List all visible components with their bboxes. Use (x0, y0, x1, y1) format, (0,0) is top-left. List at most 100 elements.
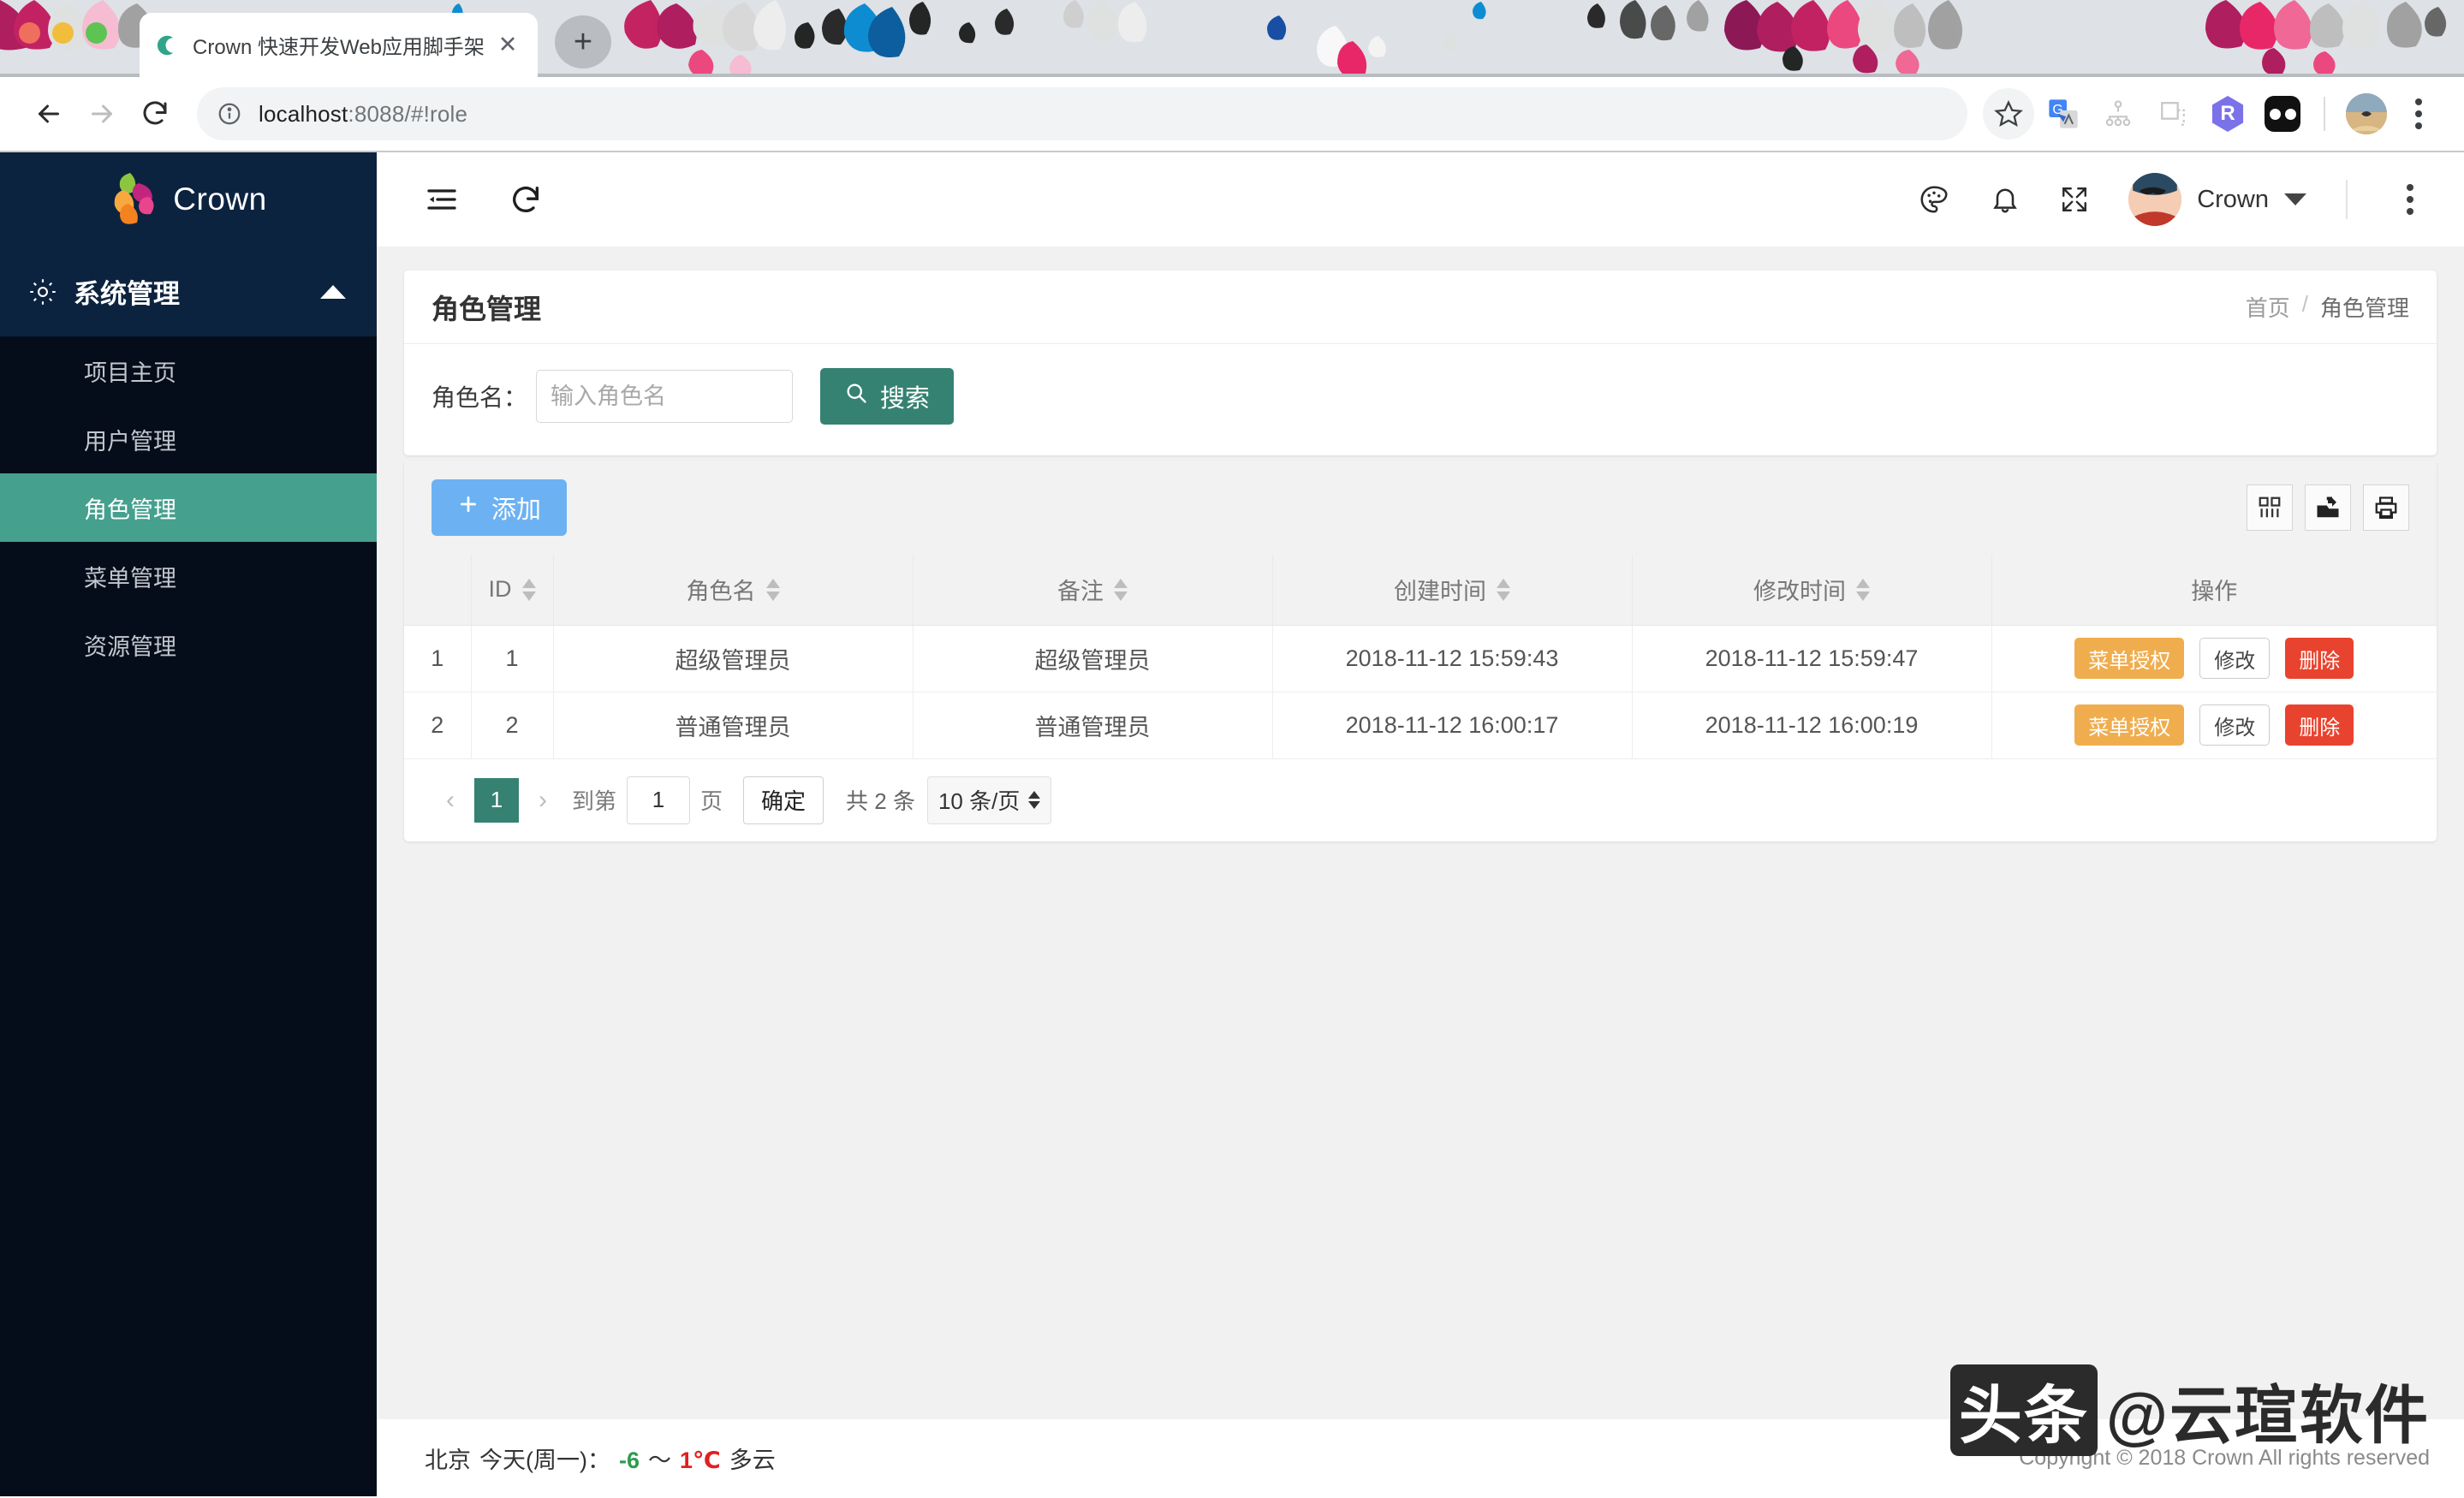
cell-note: 普通管理员 (913, 692, 1273, 759)
role-name-label: 角色名： (431, 384, 528, 411)
goto-page-input[interactable] (627, 776, 691, 824)
brand-logo[interactable]: Crown (0, 152, 377, 247)
grant-menu-button[interactable]: 菜单授权 (2074, 638, 2185, 679)
sidebar-item-label: 角色管理 (84, 496, 176, 523)
topbar-divider (2346, 180, 2348, 219)
role-name-input[interactable] (536, 370, 794, 423)
export-icon[interactable] (2305, 484, 2351, 531)
weather-city: 北京 (425, 1447, 471, 1473)
maximize-window-button[interactable] (86, 22, 107, 44)
sidebar-item-user-management[interactable]: 用户管理 (0, 405, 377, 473)
sidebar-item-resource-management[interactable]: 资源管理 (0, 610, 377, 679)
search-button[interactable]: 搜索 (820, 368, 955, 425)
content-area: Crown 角色管理 首页 / 角色管理 角色名： 输入角色名 搜索 添加 ID… (377, 152, 2464, 1496)
chevron-left-icon[interactable]: ‹ (431, 779, 469, 822)
sidebar-item-menu-management[interactable]: 菜单管理 (0, 542, 377, 610)
cell-role-name: 普通管理员 (553, 692, 914, 759)
weather-high-temp: 1℃ (680, 1447, 721, 1473)
delete-button[interactable]: 删除 (2285, 638, 2354, 679)
sidebar-group-system[interactable]: 系统管理 (0, 247, 377, 336)
breadcrumb-separator: / (2301, 291, 2308, 317)
info-circle-icon[interactable] (216, 100, 243, 128)
chrome-menu-kebab-icon[interactable] (2396, 91, 2442, 137)
sort-toggle-icon[interactable] (1856, 578, 1870, 601)
confirm-page-button[interactable]: 确定 (743, 776, 824, 824)
table-row[interactable]: 1 1 超级管理员 超级管理员 2018-11-12 15:59:43 2018… (404, 625, 2437, 693)
sitemap-extension-icon[interactable] (2092, 88, 2144, 140)
pagination: ‹ 1 › 到第 页 确定 共 2 条 10 条/页 (404, 759, 2437, 841)
page-number-1[interactable]: 1 (474, 777, 519, 823)
weather-low-temp: -6 (618, 1447, 640, 1473)
toolbar-divider (2324, 97, 2325, 131)
th-id[interactable]: ID (471, 555, 554, 626)
app-footer: 北京 今天(周一)： -6 ～ 1℃ 多云 Copyright © 2018 C… (377, 1364, 2464, 1496)
updown-spinner-icon[interactable] (1028, 791, 1041, 809)
edit-button[interactable]: 修改 (2199, 638, 2271, 679)
browser-tab-active[interactable]: Crown 快速开发Web应用脚手架 ✕ (140, 13, 538, 77)
edit-button[interactable]: 修改 (2199, 704, 2271, 746)
brand-name: Crown (173, 181, 267, 217)
sort-toggle-icon[interactable] (765, 578, 780, 601)
refresh-icon[interactable] (509, 182, 543, 217)
page-header: 角色管理 首页 / 角色管理 (404, 270, 2437, 344)
th-note[interactable]: 备注 (913, 555, 1273, 626)
profile-avatar-icon[interactable] (2341, 88, 2392, 140)
user-name: Crown (2197, 185, 2269, 213)
page-size-select[interactable]: 10 条/页 (926, 776, 1052, 824)
th-created-time[interactable]: 创建时间 (1272, 555, 1633, 626)
page-title: 角色管理 (431, 293, 542, 324)
user-menu[interactable]: Crown (2128, 173, 2306, 226)
arrow-back-icon[interactable] (22, 87, 75, 140)
fullscreen-expand-icon[interactable] (2060, 185, 2089, 214)
breadcrumb-home[interactable]: 首页 (2246, 291, 2290, 323)
chevron-right-icon[interactable]: › (524, 779, 562, 822)
r-extension-icon[interactable]: R (2202, 88, 2253, 140)
omnibox[interactable]: localhost:8088/#!role (197, 87, 1967, 140)
caret-down-icon[interactable] (2284, 193, 2306, 205)
sidebar-item-label: 用户管理 (84, 428, 176, 455)
cell-id: 2 (471, 692, 554, 759)
sidebar-item-project-home[interactable]: 项目主页 (0, 336, 377, 405)
delete-button[interactable]: 删除 (2285, 704, 2354, 746)
caret-up-icon[interactable] (320, 284, 346, 299)
add-button[interactable]: 添加 (431, 479, 568, 536)
screenshot-extension-icon[interactable] (2147, 88, 2199, 140)
omnibox-url[interactable]: localhost:8088/#!role (259, 101, 467, 128)
reload-icon[interactable] (128, 87, 182, 140)
twodots-extension-icon[interactable] (2257, 88, 2308, 140)
sidebar-collapse-icon[interactable] (425, 182, 459, 217)
breadcrumb: 首页 / 角色管理 (2246, 291, 2409, 323)
close-window-button[interactable] (19, 22, 40, 44)
google-translate-icon[interactable]: G (2038, 88, 2089, 140)
window-traffic-lights[interactable] (19, 22, 107, 44)
user-avatar (2128, 173, 2182, 226)
cell-operations: 菜单授权 修改 删除 (1991, 625, 2437, 693)
crown-butterfly-logo (110, 171, 159, 229)
minimize-window-button[interactable] (52, 22, 74, 44)
palette-icon[interactable] (1918, 183, 1950, 216)
th-updated-time[interactable]: 修改时间 (1632, 555, 1992, 626)
bookmark-star-icon[interactable] (1983, 88, 2034, 140)
watermark-badge: 头条 (1949, 1364, 2098, 1456)
table-row[interactable]: 2 2 普通管理员 普通管理员 2018-11-12 16:00:17 2018… (404, 692, 2437, 759)
new-tab-button[interactable]: + (555, 15, 611, 68)
add-button-label: 添加 (491, 496, 542, 524)
app-root: Crown 系统管理 项目主页 用户管理 角色管理 菜单管理 资源管理 Crow… (0, 152, 2464, 1496)
column-toggle-icon[interactable] (2247, 484, 2293, 531)
sidebar-item-role-management[interactable]: 角色管理 (0, 473, 377, 542)
grant-menu-button[interactable]: 菜单授权 (2074, 704, 2185, 746)
main-panel: 角色管理 首页 / 角色管理 角色名： 搜索 (377, 247, 2464, 1419)
close-icon[interactable]: ✕ (493, 31, 522, 60)
th-operations: 操作 (1991, 555, 2437, 626)
sort-toggle-icon[interactable] (1114, 578, 1128, 601)
print-icon[interactable] (2363, 484, 2409, 531)
cell-role-name: 超级管理员 (553, 625, 914, 693)
arrow-forward-icon[interactable] (75, 87, 128, 140)
bell-icon[interactable] (1990, 184, 2021, 215)
sort-toggle-icon[interactable] (1497, 578, 1510, 601)
vertical-kebab-icon[interactable] (2387, 176, 2433, 223)
sort-toggle-icon[interactable] (521, 578, 536, 601)
cell-index: 1 (404, 625, 472, 693)
th-role-name[interactable]: 角色名 (553, 555, 914, 626)
goto-suffix-label: 页 (700, 788, 723, 814)
